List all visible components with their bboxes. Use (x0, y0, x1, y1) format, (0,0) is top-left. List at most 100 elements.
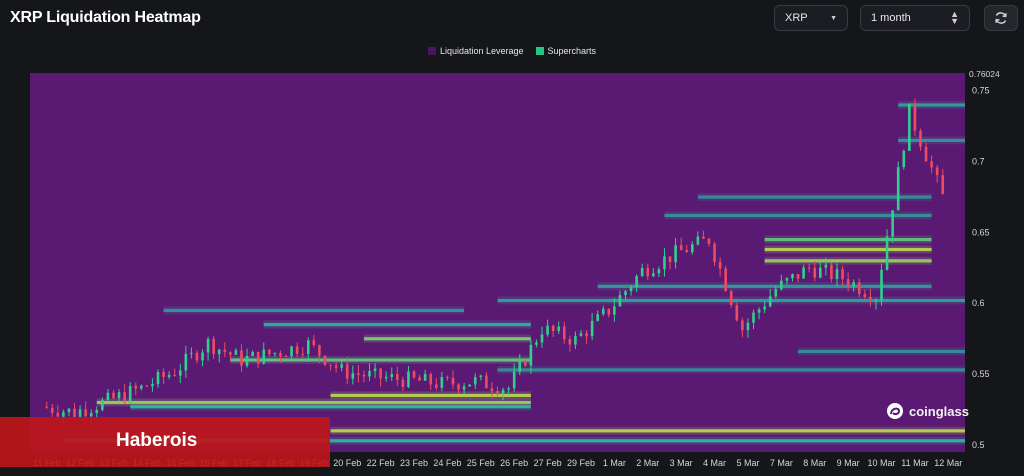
candle-body (702, 236, 705, 239)
candle-body (84, 409, 87, 417)
x-tick-label: 12 Mar (934, 458, 962, 468)
candle-body (184, 353, 188, 371)
liquidation-band-glow (330, 426, 965, 435)
candle-body (507, 388, 510, 390)
time-range-select[interactable]: 1 month ▲ ▼ (860, 5, 970, 31)
candle-body (190, 352, 193, 354)
candle-body (640, 267, 644, 277)
candle-body (462, 386, 466, 390)
candle-body (802, 267, 805, 279)
candle-body (846, 279, 850, 287)
candle-body (941, 175, 945, 195)
candle-body (885, 236, 889, 270)
candle-body (251, 351, 254, 357)
candle-body (741, 320, 744, 331)
candle-body (568, 339, 572, 345)
candle-body (434, 384, 438, 388)
candle-body (295, 346, 299, 354)
candle-body (62, 411, 65, 417)
liquidation-band-glow (798, 347, 965, 356)
candle-body (785, 278, 789, 281)
y-tick-label: 0.55 (972, 369, 990, 379)
candle-body (145, 385, 149, 387)
candle-body (485, 375, 488, 389)
candle-body (323, 355, 327, 365)
candle-body (646, 267, 650, 277)
candle-body (574, 335, 577, 345)
publisher-banner-text: Haberois (116, 430, 198, 451)
candle-body (245, 356, 249, 366)
legend-item-supercharts[interactable]: Supercharts (535, 46, 597, 56)
candle-body (830, 264, 833, 280)
candle-body (674, 245, 677, 263)
candle-body (791, 274, 794, 279)
time-range-value: 1 month (871, 12, 911, 24)
candle-body (379, 368, 382, 379)
candle-body (540, 334, 544, 343)
liquidation-band-glow (363, 334, 531, 343)
candle-body (451, 377, 455, 385)
candle-body (562, 326, 566, 340)
candle-body (45, 406, 48, 408)
candle-body (423, 374, 427, 381)
candle-body (134, 385, 138, 389)
updown-chevron-icon: ▲ ▼ (950, 9, 959, 26)
candle-body (924, 146, 928, 162)
candle-body (735, 305, 739, 321)
candle-body (234, 350, 238, 355)
candle-body (579, 333, 583, 336)
candle-body (618, 295, 622, 307)
liquidation-band-glow (764, 256, 932, 265)
x-tick-label: 22 Feb (367, 458, 395, 468)
candle-body (351, 373, 355, 379)
candle-body (362, 374, 366, 377)
candle-body (607, 308, 611, 315)
candle-body (229, 352, 232, 355)
candle-body (824, 264, 828, 268)
candle-body (340, 364, 343, 368)
candle-body (306, 340, 310, 355)
legend-label: Liquidation Leverage (439, 46, 524, 56)
candle-body (407, 371, 410, 387)
candle-body (908, 103, 911, 151)
candle-body (585, 333, 588, 337)
chart-legend: Liquidation Leverage Supercharts (0, 46, 1024, 56)
candle-body (635, 276, 638, 288)
candle-body (217, 349, 221, 355)
candle-body (551, 325, 555, 332)
symbol-select[interactable]: XRP ▼ (774, 5, 848, 31)
candle-body (284, 355, 288, 357)
x-tick-label: 5 Mar (736, 458, 759, 468)
candle-body (729, 291, 733, 306)
candle-body (930, 161, 933, 168)
candle-body (613, 306, 616, 315)
refresh-button[interactable] (984, 5, 1018, 31)
candle-body (501, 389, 505, 394)
candle-body (156, 372, 160, 385)
x-tick-label: 2 Mar (636, 458, 659, 468)
candle-body (496, 391, 499, 394)
y-tick-label: 0.5 (972, 440, 985, 450)
candle-body (902, 150, 906, 168)
candle-body (357, 373, 360, 375)
candle-body (368, 371, 371, 377)
x-tick-label: 24 Feb (433, 458, 461, 468)
candle-body (67, 408, 71, 412)
refresh-icon (995, 12, 1007, 24)
candle-body (780, 280, 783, 290)
candle-body (863, 293, 867, 297)
candle-body (195, 352, 199, 361)
candle-body (373, 368, 377, 372)
candle-body (746, 322, 750, 331)
legend-label: Supercharts (547, 46, 597, 56)
watermark-text: coinglass (909, 403, 969, 419)
legend-item-liquidation-leverage[interactable]: Liquidation Leverage (427, 46, 524, 56)
candle-body (429, 374, 433, 385)
candle-body (273, 353, 277, 355)
x-tick-label: 11 Mar (901, 458, 928, 468)
liquidation-band-glow (497, 365, 965, 374)
symbol-select-value: XRP (785, 12, 808, 24)
x-tick-label: 26 Feb (500, 458, 528, 468)
candle-body (713, 243, 716, 262)
candle-body (835, 269, 839, 280)
